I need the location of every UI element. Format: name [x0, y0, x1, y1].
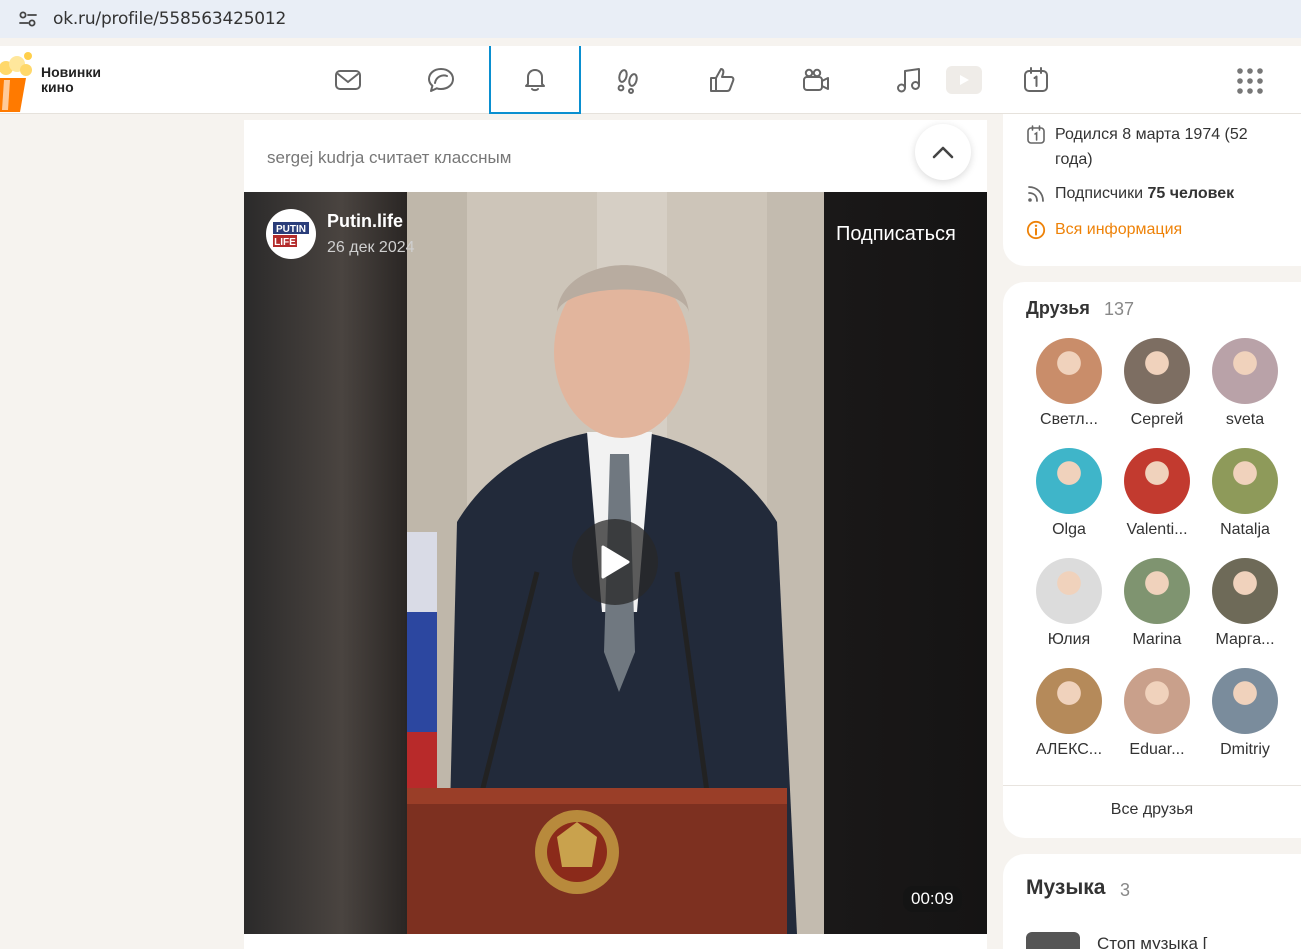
- nav-events[interactable]: [677, 46, 767, 114]
- friend-name[interactable]: АЛЕКС...: [1024, 741, 1114, 759]
- friend-name[interactable]: Сергей: [1112, 411, 1202, 429]
- video-blur-right: [824, 192, 987, 934]
- nav-video[interactable]: [771, 46, 861, 114]
- url-text: ok.ru/profile/558563425012: [53, 8, 287, 29]
- friend-name[interactable]: Марга...: [1200, 631, 1290, 649]
- play-button[interactable]: [572, 519, 658, 605]
- friends-title[interactable]: Друзья: [1026, 298, 1090, 319]
- friend-name[interactable]: Olga: [1024, 521, 1114, 539]
- top-navigation: Новинки кино: [0, 46, 1301, 114]
- calendar-icon: [1027, 125, 1045, 144]
- video-blur-left: [244, 192, 407, 934]
- messages-icon: [335, 70, 361, 90]
- music-icon: [897, 68, 920, 93]
- channel-avatar[interactable]: PUTIN LIFE: [266, 209, 316, 259]
- friend-item[interactable]: Valenti...: [1112, 448, 1202, 539]
- avatar[interactable]: [1124, 338, 1190, 404]
- info-icon: [1026, 220, 1046, 240]
- collapse-button[interactable]: [915, 124, 971, 180]
- nav-discussions[interactable]: [396, 46, 486, 114]
- avatar[interactable]: [1212, 668, 1278, 734]
- chevron-up-icon: [932, 146, 954, 159]
- divider: [1003, 785, 1301, 786]
- birth-text: Родился 8 марта 1974 (52 года): [1055, 126, 1248, 168]
- nav-notifications[interactable]: [489, 46, 581, 114]
- browser-address-bar: ok.ru/profile/558563425012: [0, 0, 1301, 38]
- avatar[interactable]: [1124, 668, 1190, 734]
- friend-name[interactable]: Dmitriy: [1200, 741, 1290, 759]
- guests-icon: [617, 69, 638, 94]
- friend-item[interactable]: Dmitriy: [1200, 668, 1290, 759]
- avatar[interactable]: [1212, 558, 1278, 624]
- avatar[interactable]: [1212, 338, 1278, 404]
- friend-name[interactable]: Marina: [1112, 631, 1202, 649]
- subscribers-label: Подписчики: [1055, 185, 1144, 202]
- video-icon: [803, 68, 829, 91]
- avatar[interactable]: [1036, 668, 1102, 734]
- friend-item[interactable]: Eduar...: [1112, 668, 1202, 759]
- friend-name[interactable]: Юлия: [1024, 631, 1114, 649]
- avatar[interactable]: [1036, 338, 1102, 404]
- music-card: Музыка 3 Стоп музыка [: [1003, 854, 1301, 949]
- birth-info: Родился 8 марта 1974 (52 года): [1026, 122, 1286, 172]
- apps-grid-icon[interactable]: [1236, 67, 1264, 95]
- subscribers-count: 75 человек: [1147, 185, 1235, 202]
- friend-item[interactable]: Natalja: [1200, 448, 1290, 539]
- play-icon: [601, 545, 630, 579]
- rss-icon: [1028, 186, 1044, 202]
- nav-guests[interactable]: [583, 46, 673, 114]
- friend-name[interactable]: Eduar...: [1112, 741, 1202, 759]
- url-field[interactable]: ok.ru/profile/558563425012: [8, 2, 1298, 35]
- avatar[interactable]: [1212, 448, 1278, 514]
- events-icon: [710, 68, 735, 92]
- avatar[interactable]: [1036, 448, 1102, 514]
- notifications-icon: [525, 69, 545, 92]
- promo-new-movies[interactable]: Новинки кино: [0, 46, 101, 114]
- liked-by-text: sergej kudrja считает классным: [267, 148, 512, 167]
- promo-label: Новинки кино: [41, 64, 101, 95]
- friends-card: Друзья 137 Светл... Сергей sveta Olga Valent…: [1003, 282, 1301, 838]
- nav-messages[interactable]: [303, 46, 393, 114]
- music-title[interactable]: Музыка: [1026, 876, 1105, 900]
- track-title[interactable]: Стоп музыка [: [1097, 934, 1207, 949]
- all-info-label: Вся информация: [1055, 221, 1183, 238]
- friend-name[interactable]: sveta: [1200, 411, 1290, 429]
- friend-item[interactable]: АЛЕКС...: [1024, 668, 1114, 759]
- friends-count: 137: [1104, 299, 1135, 319]
- video-mini-play-icon[interactable]: [946, 66, 982, 94]
- nav-music[interactable]: [864, 46, 954, 114]
- friend-item[interactable]: Светл...: [1024, 338, 1114, 429]
- all-info-link[interactable]: Вся информация: [1026, 217, 1182, 242]
- friend-item[interactable]: Юлия: [1024, 558, 1114, 649]
- calendar-icon: [1024, 67, 1048, 92]
- svg-text:LIFE: LIFE: [274, 237, 296, 248]
- avatar[interactable]: [1124, 448, 1190, 514]
- friend-item[interactable]: Marina: [1112, 558, 1202, 649]
- all-friends-link[interactable]: Все друзья: [1003, 801, 1301, 819]
- subscribe-button[interactable]: Подписаться: [836, 223, 956, 246]
- friend-item[interactable]: sveta: [1200, 338, 1290, 429]
- subscribers-info[interactable]: Подписчики 75 человек: [1026, 181, 1234, 206]
- track-cover[interactable]: [1026, 932, 1080, 949]
- popcorn-icon: [0, 52, 32, 112]
- post-date: 26 дек 2024: [327, 239, 415, 256]
- avatar[interactable]: [1036, 558, 1102, 624]
- svg-text:PUTIN: PUTIN: [276, 224, 306, 235]
- music-count: 3: [1120, 880, 1131, 900]
- friend-name[interactable]: Valenti...: [1112, 521, 1202, 539]
- profile-info-card: Родился 8 марта 1974 (52 года) Подписчик…: [1003, 114, 1301, 266]
- friend-item[interactable]: Марга...: [1200, 558, 1290, 649]
- channel-name[interactable]: Putin.life: [327, 211, 403, 232]
- site-settings-icon[interactable]: [16, 7, 40, 31]
- video-player[interactable]: PUTIN LIFE PUTIN LIFE Putin.life 26 дек 2…: [244, 192, 987, 934]
- friend-name[interactable]: Светл...: [1024, 411, 1114, 429]
- discussions-icon: [428, 68, 454, 92]
- feed-post-card: sergej kudrja считает классным PUTIN LIF…: [244, 120, 987, 949]
- friend-item[interactable]: Сергей: [1112, 338, 1202, 429]
- avatar[interactable]: [1124, 558, 1190, 624]
- nav-calendar[interactable]: [991, 46, 1081, 114]
- video-duration: 00:09: [903, 886, 962, 912]
- friend-item[interactable]: Olga: [1024, 448, 1114, 539]
- friend-name[interactable]: Natalja: [1200, 521, 1290, 539]
